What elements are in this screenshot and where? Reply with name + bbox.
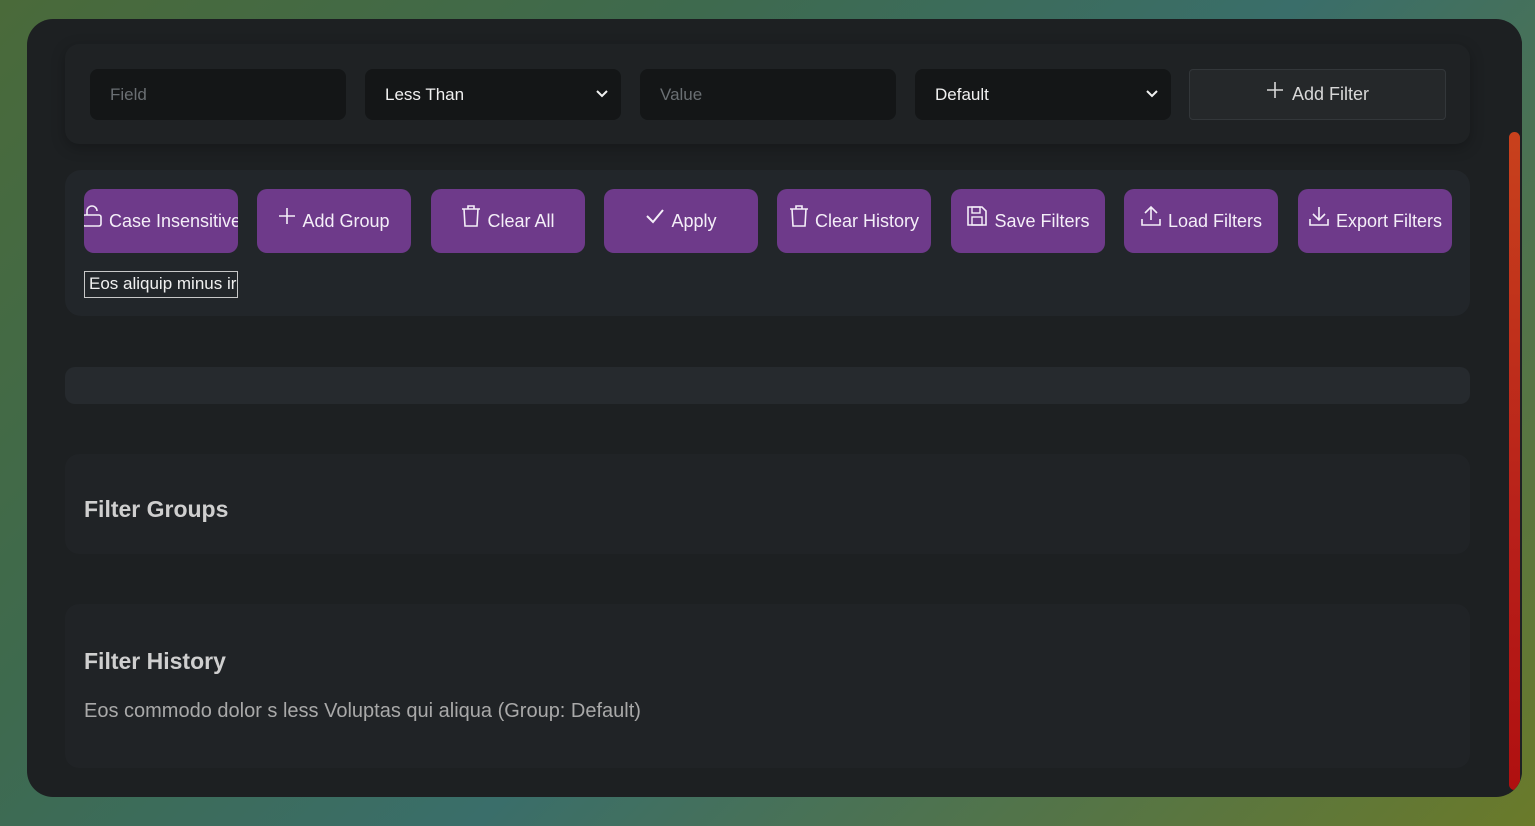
chevron-down-icon xyxy=(1146,90,1158,98)
add-filter-button[interactable]: Add Filter xyxy=(1189,69,1446,120)
upload-icon xyxy=(1141,205,1161,226)
clear-history-label: Clear History xyxy=(814,210,920,231)
load-filters-label: Load Filters xyxy=(1167,210,1263,231)
plus-icon xyxy=(1266,81,1283,98)
scrollbar-thumb[interactable] xyxy=(1509,132,1520,790)
active-filters-bar xyxy=(65,367,1470,404)
trash-icon xyxy=(462,205,481,227)
group-select-value: Default xyxy=(935,84,989,104)
app-window: Less Than Default Add Filter Case Insens… xyxy=(27,19,1522,797)
trash-icon xyxy=(789,205,808,227)
save-filters-button[interactable]: Save Filters xyxy=(951,189,1105,253)
filter-groups-section: Filter Groups xyxy=(65,454,1470,554)
group-select[interactable]: Default xyxy=(915,69,1171,120)
unlock-icon xyxy=(84,205,102,227)
chevron-down-icon xyxy=(596,90,608,98)
load-filters-button[interactable]: Load Filters xyxy=(1124,189,1278,253)
filter-history-section: Filter History Eos commodo dolor s less … xyxy=(65,604,1470,768)
add-group-label: Add Group xyxy=(302,210,390,231)
clear-history-button[interactable]: Clear History xyxy=(777,189,931,253)
add-filter-label: Add Filter xyxy=(1291,84,1370,104)
filter-input-row: Less Than Default Add Filter xyxy=(65,44,1470,144)
export-filters-button[interactable]: Export Filters xyxy=(1298,189,1452,253)
filter-history-title: Filter History xyxy=(84,648,226,674)
operator-select[interactable]: Less Than xyxy=(365,69,621,120)
field-input[interactable] xyxy=(90,69,346,120)
save-filters-label: Save Filters xyxy=(994,210,1090,231)
operator-select-value: Less Than xyxy=(385,84,465,104)
add-group-button[interactable]: Add Group xyxy=(257,189,411,253)
save-icon xyxy=(967,206,988,226)
text-input[interactable]: Eos aliquip minus ir xyxy=(84,271,238,298)
history-entry[interactable]: Eos commodo dolor s less Voluptas qui al… xyxy=(84,700,641,723)
download-icon xyxy=(1309,207,1329,226)
case-insensitive-button[interactable]: Case Insensitive xyxy=(84,189,238,253)
actions-panel: Case Insensitive Add Group Clear All App… xyxy=(65,170,1470,316)
apply-label: Apply xyxy=(671,210,717,231)
check-icon xyxy=(646,209,665,224)
export-filters-label: Export Filters xyxy=(1335,210,1443,231)
clear-all-label: Clear All xyxy=(487,210,555,231)
filter-groups-title: Filter Groups xyxy=(84,496,229,522)
case-insensitive-label: Case Insensitive xyxy=(108,210,238,231)
apply-button[interactable]: Apply xyxy=(604,189,758,253)
scrollbar-track[interactable] xyxy=(1508,19,1522,797)
value-input[interactable] xyxy=(640,69,896,120)
plus-icon xyxy=(279,208,296,224)
clear-all-button[interactable]: Clear All xyxy=(431,189,585,253)
